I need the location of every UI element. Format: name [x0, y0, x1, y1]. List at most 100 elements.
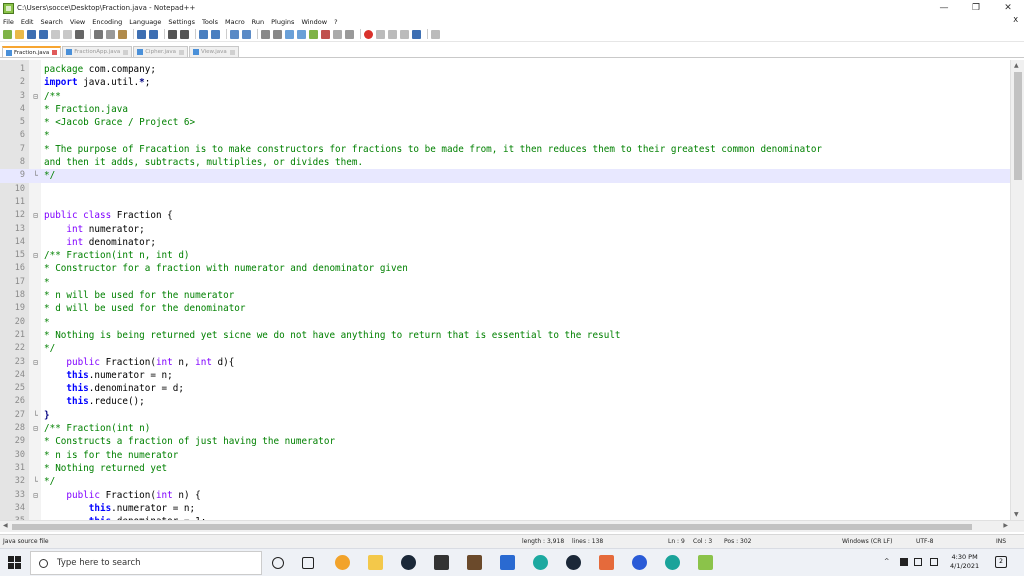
- menu-macro[interactable]: Macro: [225, 18, 245, 26]
- menu-edit[interactable]: Edit: [21, 18, 34, 26]
- find-icon[interactable]: [168, 29, 177, 39]
- stop-recording-icon[interactable]: [376, 29, 385, 39]
- scroll-up-icon[interactable]: ▲: [1014, 62, 1019, 69]
- word-wrap-icon[interactable]: [261, 29, 270, 39]
- document-map-icon[interactable]: [309, 29, 318, 39]
- open-file-icon[interactable]: [15, 29, 24, 39]
- tab-view-java[interactable]: View.java: [188, 46, 239, 57]
- volume-icon[interactable]: [930, 558, 938, 566]
- fold-marker[interactable]: ⊟: [31, 249, 40, 262]
- code-line[interactable]: 17 *: [0, 276, 1010, 289]
- cut-icon[interactable]: [94, 29, 103, 39]
- extra-toolbar-icon[interactable]: [431, 29, 440, 39]
- record-macro-icon[interactable]: [364, 29, 373, 39]
- menu-run[interactable]: Run: [252, 18, 264, 26]
- code-lines[interactable]: 1 package com.company; 2 import java.util.*…: [0, 63, 1010, 520]
- code-line[interactable]: 34 this.numerator = n;: [0, 502, 1010, 515]
- code-line[interactable]: 4 * Fraction.java: [0, 103, 1010, 116]
- paste-icon[interactable]: [118, 29, 127, 39]
- code-line[interactable]: 3 ⊟ /**: [0, 90, 1010, 103]
- save-macro-icon[interactable]: [412, 29, 421, 39]
- menu-settings[interactable]: Settings: [168, 18, 195, 26]
- bluestacks-icon[interactable]: [632, 555, 647, 570]
- vertical-scroll-thumb[interactable]: [1014, 72, 1022, 180]
- close-file-icon[interactable]: [51, 29, 60, 39]
- code-line[interactable]: 12 ⊟ public class Fraction {: [0, 209, 1010, 222]
- code-line[interactable]: 15 ⊟ /** Fraction(int n, int d): [0, 249, 1010, 262]
- tab-cipher-java[interactable]: Cipher.java: [133, 46, 188, 57]
- minecraft-icon[interactable]: [467, 555, 482, 570]
- edge-icon[interactable]: [665, 555, 680, 570]
- sync-vertical-icon[interactable]: [230, 29, 239, 39]
- eol-status[interactable]: Windows (CR LF): [842, 538, 892, 545]
- tab-fraction-java[interactable]: Fraction.java: [2, 46, 62, 57]
- folder-as-workspace-icon[interactable]: [333, 29, 342, 39]
- fold-marker[interactable]: ⊟: [31, 356, 40, 369]
- taskbar-search-box[interactable]: Type here to search: [30, 551, 262, 575]
- code-line[interactable]: 33 ⊟ public Fraction(int n) {: [0, 489, 1010, 502]
- menu-file[interactable]: File: [3, 18, 14, 26]
- code-line[interactable]: 23 ⊟ public Fraction(int n, int d){: [0, 356, 1010, 369]
- horizontal-scroll-thumb[interactable]: [12, 524, 972, 530]
- show-hidden-icons-icon[interactable]: ^: [884, 557, 889, 566]
- horizontal-scrollbar[interactable]: ◀ ▶: [0, 520, 1024, 532]
- menu-plugins[interactable]: Plugins: [271, 18, 294, 26]
- mail-icon[interactable]: [500, 555, 515, 570]
- redo-icon[interactable]: [149, 29, 158, 39]
- system-clock[interactable]: 4:30 PM 4/1/2021: [950, 553, 979, 571]
- vertical-scrollbar[interactable]: ▲ ▼: [1010, 60, 1024, 520]
- code-line[interactable]: 25 this.denominator = d;: [0, 382, 1010, 395]
- code-line[interactable]: 29 * Constructs a fraction of just having…: [0, 435, 1010, 448]
- code-line[interactable]: 6 *: [0, 129, 1010, 142]
- code-line[interactable]: 21 * Nothing is being returned yet sicne …: [0, 329, 1010, 342]
- code-line[interactable]: 31 * Nothing returned yet: [0, 462, 1010, 475]
- undo-icon[interactable]: [137, 29, 146, 39]
- code-line[interactable]: 20 *: [0, 316, 1010, 329]
- code-line[interactable]: 18 * n will be used for the numerator: [0, 289, 1010, 302]
- zoom-in-icon[interactable]: [199, 29, 208, 39]
- battery-icon[interactable]: [900, 558, 908, 566]
- code-line[interactable]: 8 and then it adds, subtracts, multiplies…: [0, 156, 1010, 169]
- steam-icon[interactable]: [401, 555, 416, 570]
- office-icon[interactable]: [599, 555, 614, 570]
- close-tab-icon[interactable]: [123, 49, 129, 55]
- code-line[interactable]: 28 ⊟ /** Fraction(int n): [0, 422, 1010, 435]
- code-line[interactable]: 22 */: [0, 342, 1010, 355]
- fold-marker[interactable]: ⊟: [31, 90, 40, 103]
- network-icon[interactable]: [914, 558, 922, 566]
- run-multiple-icon[interactable]: [400, 29, 409, 39]
- scroll-right-icon[interactable]: ▶: [1003, 522, 1008, 529]
- close-button[interactable]: ✕: [992, 0, 1024, 16]
- steam-icon-2[interactable]: [566, 555, 581, 570]
- code-line[interactable]: 9 └ */: [0, 169, 1010, 183]
- code-line[interactable]: 16 * Constructor for a fraction with nume…: [0, 262, 1010, 275]
- menu-tools[interactable]: Tools: [202, 18, 218, 26]
- scroll-left-icon[interactable]: ◀: [3, 522, 8, 529]
- user-language-icon[interactable]: [297, 29, 306, 39]
- save-all-icon[interactable]: [39, 29, 48, 39]
- fold-marker[interactable]: ⊟: [31, 489, 40, 502]
- code-editor[interactable]: 1 package com.company; 2 import java.util.*…: [0, 60, 1024, 520]
- menu-search[interactable]: Search: [40, 18, 62, 26]
- minimize-button[interactable]: —: [928, 0, 960, 16]
- cortana-icon[interactable]: [272, 557, 284, 569]
- app-icon[interactable]: [533, 555, 548, 570]
- insert-mode-status[interactable]: INS: [996, 538, 1006, 545]
- code-line[interactable]: 7 * The purpose of Fracation is to make c…: [0, 143, 1010, 156]
- replace-icon[interactable]: [180, 29, 189, 39]
- menu-view[interactable]: View: [70, 18, 85, 26]
- scroll-down-icon[interactable]: ▼: [1014, 511, 1019, 518]
- save-icon[interactable]: [27, 29, 36, 39]
- code-line[interactable]: 30 * n is for the numerator: [0, 449, 1010, 462]
- monitoring-icon[interactable]: [345, 29, 354, 39]
- copy-icon[interactable]: [106, 29, 115, 39]
- chrome-icon[interactable]: [335, 555, 350, 570]
- code-line[interactable]: 11: [0, 196, 1010, 209]
- close-all-icon[interactable]: [63, 29, 72, 39]
- code-line[interactable]: 32 └ */: [0, 475, 1010, 488]
- show-all-characters-icon[interactable]: [273, 29, 282, 39]
- windows-start-icon[interactable]: [8, 556, 22, 570]
- code-line[interactable]: 24 this.numerator = n;: [0, 369, 1010, 382]
- close-document-button[interactable]: X: [1013, 16, 1018, 24]
- maximize-button[interactable]: ❐: [960, 0, 992, 16]
